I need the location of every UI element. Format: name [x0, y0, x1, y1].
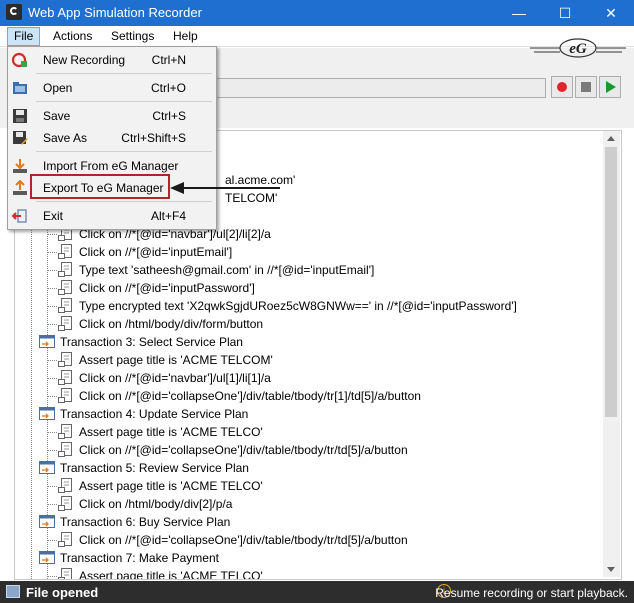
tree-node-label: Type encrypted text 'X2qwkSgjdURoez5cW8G… — [79, 299, 517, 313]
tree-connector — [47, 306, 57, 307]
step-icon — [58, 352, 72, 367]
save-icon — [13, 109, 27, 123]
menu-separator — [36, 73, 212, 74]
tree-node-label: Transaction 3: Select Service Plan — [60, 335, 243, 349]
step-icon — [58, 532, 72, 547]
transaction-icon — [39, 407, 55, 420]
title-bar: Web App Simulation Recorder — ☐ ✕ — [0, 0, 634, 26]
transaction-icon — [39, 461, 55, 474]
stop-icon — [581, 82, 591, 92]
maximize-button[interactable]: ☐ — [542, 0, 588, 26]
tree-connector — [47, 432, 57, 433]
tree-connector — [47, 576, 57, 577]
tree-connector — [47, 486, 57, 487]
tree-connector — [47, 234, 57, 235]
close-button[interactable]: ✕ — [588, 0, 634, 26]
export-icon — [13, 180, 27, 195]
transaction-icon — [39, 551, 55, 564]
menu-separator — [36, 201, 212, 202]
step-icon — [58, 316, 72, 331]
step-icon — [58, 370, 72, 385]
status-hint: Resume recording or start playback. — [435, 586, 628, 600]
menu-separator — [36, 151, 212, 152]
tree-connector — [47, 270, 57, 271]
tree-connector — [47, 252, 57, 253]
menu-item-save[interactable]: Save Ctrl+S — [8, 105, 214, 127]
stop-button[interactable] — [575, 76, 597, 98]
step-icon — [58, 244, 72, 259]
step-icon — [58, 478, 72, 493]
tree-node-label: Click on /html/body/div[2]/p/a — [79, 497, 233, 511]
tree-node-label: Click on //*[@id='collapseOne']/div/tabl… — [79, 443, 408, 457]
callout-arrow-icon — [170, 182, 280, 194]
play-icon — [606, 81, 616, 93]
tree-node-label: Click on //*[@id='navbar']/ul[1]/li[1]/a — [79, 371, 271, 385]
step-icon — [58, 262, 72, 277]
transaction-icon — [39, 335, 55, 348]
tree-connector — [47, 540, 57, 541]
export-highlight-box — [30, 174, 170, 199]
file-menu-dropdown: New Recording Ctrl+N Open Ctrl+O Save Ct… — [7, 46, 217, 230]
tree-node-label: Click on /html/body/div/form/button — [79, 317, 264, 331]
window-title: Web App Simulation Recorder — [28, 5, 202, 20]
tree-node-label: Type text 'satheesh@gmail.com' in //*[@i… — [79, 263, 375, 277]
tree-connector — [47, 504, 57, 505]
menu-settings[interactable]: Settings — [105, 28, 160, 45]
vertical-scrollbar[interactable] — [603, 131, 620, 577]
tree-connector — [47, 360, 57, 361]
tree-node-label: Assert page title is 'ACME TELCO' — [79, 425, 263, 439]
play-button[interactable] — [599, 76, 621, 98]
tree-connector — [47, 324, 57, 325]
minimize-button[interactable]: — — [496, 0, 542, 26]
step-icon — [58, 496, 72, 511]
tree-node-label: Assert page title is 'ACME TELCO' — [79, 569, 263, 580]
eg-logo: eG — [530, 38, 626, 58]
menu-item-open[interactable]: Open Ctrl+O — [8, 77, 214, 99]
tree-node-label: Click on //*[@id='collapseOne']/div/tabl… — [79, 533, 408, 547]
scroll-up-icon[interactable] — [607, 136, 615, 141]
step-icon — [58, 298, 72, 313]
step-icon — [58, 568, 72, 579]
tree-node-label: Click on //*[@id='inputPassword'] — [79, 281, 255, 295]
menu-help[interactable]: Help — [167, 28, 204, 45]
tree-node-label: Assert page title is 'ACME TELCOM' — [79, 353, 273, 367]
tree-node-label: Click on //*[@id='collapseOne']/div/tabl… — [79, 389, 421, 403]
tree-node-label: Click on //*[@id='inputEmail'] — [79, 245, 233, 259]
tree-connector — [47, 450, 57, 451]
menu-separator — [36, 101, 212, 102]
tree-node-label: Transaction 4: Update Service Plan — [60, 407, 249, 421]
logo-text: eG — [569, 41, 587, 57]
menu-item-exit[interactable]: Exit Alt+F4 — [8, 205, 214, 227]
menu-item-save-as[interactable]: Save As Ctrl+Shift+S — [8, 127, 214, 149]
new-recording-icon — [12, 52, 27, 68]
status-text: File opened — [26, 585, 99, 600]
open-folder-icon — [13, 82, 27, 94]
tree-node-label: Assert page title is 'ACME TELCO' — [79, 479, 263, 493]
status-bar: File opened i Resume recording or start … — [0, 581, 634, 603]
scroll-down-icon[interactable] — [607, 567, 615, 572]
transaction-icon — [39, 515, 55, 528]
tree-node-label: Transaction 5: Review Service Plan — [60, 461, 249, 475]
exit-icon — [12, 209, 27, 223]
menu-file[interactable]: File — [7, 27, 41, 46]
tree-node-label: Transaction 7: Make Payment — [60, 551, 219, 565]
menu-item-new-recording[interactable]: New Recording Ctrl+N — [8, 49, 214, 71]
record-button[interactable] — [551, 76, 573, 98]
scroll-thumb[interactable] — [605, 147, 617, 417]
tree-node-label: Transaction 6: Buy Service Plan — [60, 515, 231, 529]
app-icon — [6, 4, 22, 20]
record-icon — [557, 82, 567, 92]
step-icon — [58, 442, 72, 457]
save-as-icon — [13, 131, 28, 145]
tree-connector — [47, 288, 57, 289]
file-status-icon — [6, 585, 20, 598]
tree-connector — [47, 396, 57, 397]
url-input[interactable] — [210, 78, 546, 98]
menu-actions[interactable]: Actions — [47, 28, 98, 45]
step-icon — [58, 388, 72, 403]
step-icon — [58, 424, 72, 439]
step-icon — [58, 280, 72, 295]
tree-connector — [47, 378, 57, 379]
import-icon — [13, 159, 27, 173]
